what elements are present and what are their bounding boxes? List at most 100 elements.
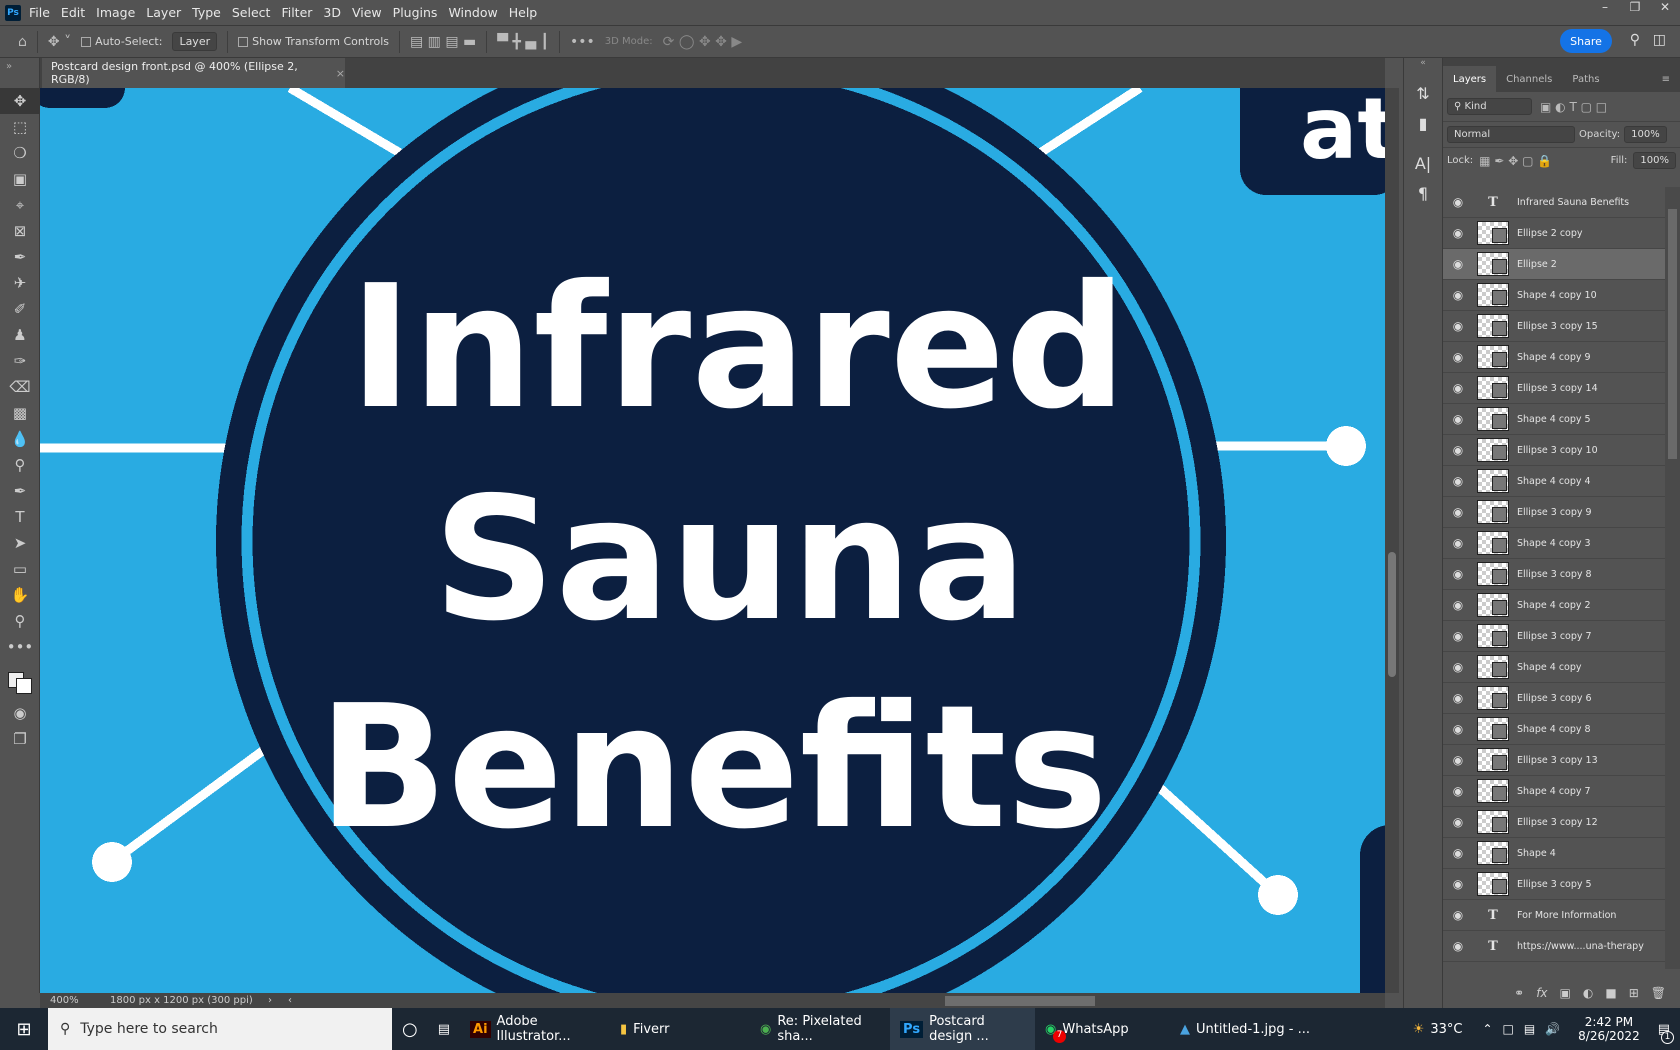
status-arrow-icon[interactable]: › bbox=[268, 995, 288, 1006]
tab-layers[interactable]: Layers bbox=[1443, 65, 1497, 93]
layer-row[interactable]: ◉ Shape 4 copy 10 bbox=[1443, 280, 1665, 311]
layer-row[interactable]: ◉ Ellipse 3 copy 7 bbox=[1443, 621, 1665, 652]
visibility-eye-icon[interactable]: ◉ bbox=[1443, 381, 1473, 395]
dodge-tool-icon[interactable]: ⚲ bbox=[0, 452, 40, 478]
comments-panel-icon[interactable]: ▮ bbox=[1404, 108, 1442, 138]
layer-name[interactable]: Ellipse 3 copy 6 bbox=[1517, 693, 1592, 704]
visibility-eye-icon[interactable]: ◉ bbox=[1443, 877, 1473, 891]
paragraph-panel-icon[interactable]: ¶ bbox=[1404, 178, 1442, 208]
layer-name[interactable]: Ellipse 3 copy 8 bbox=[1517, 569, 1592, 580]
layer-row[interactable]: ◉ Shape 4 copy 5 bbox=[1443, 404, 1665, 435]
move-tool-icon[interactable]: ✥ ˅ bbox=[48, 34, 71, 50]
distribute-icons[interactable]: ▀ ╋ ▄ ┃ bbox=[497, 34, 549, 50]
menu-type[interactable]: Type bbox=[192, 5, 221, 20]
brush-tool-icon[interactable]: ✐ bbox=[0, 296, 40, 322]
layer-name[interactable]: Ellipse 3 copy 14 bbox=[1517, 383, 1598, 394]
taskbar-app-whatsapp[interactable]: ◉ 7 WhatsApp bbox=[1035, 1008, 1170, 1050]
home-icon[interactable]: ⌂ bbox=[18, 34, 27, 50]
link-icon[interactable]: ⚭ bbox=[1514, 986, 1524, 1008]
layer-row[interactable]: ◉ Shape 4 copy 8 bbox=[1443, 714, 1665, 745]
share-button[interactable]: Share bbox=[1560, 29, 1612, 53]
panel-menu-icon[interactable]: ≡ bbox=[1652, 66, 1680, 93]
new-layer-icon[interactable]: ⊞ bbox=[1629, 986, 1639, 1008]
menu-view[interactable]: View bbox=[352, 5, 382, 20]
stamp-tool-icon[interactable]: ♟ bbox=[0, 322, 40, 348]
zoom-level[interactable]: 400% bbox=[40, 995, 98, 1006]
mask-icon[interactable]: ▣ bbox=[1560, 986, 1571, 1008]
visibility-eye-icon[interactable]: ◉ bbox=[1443, 536, 1473, 550]
document-canvas[interactable]: Infrared Sauna Benefits at bbox=[40, 88, 1385, 993]
weather-widget[interactable]: ☀ 33°C bbox=[1403, 1008, 1473, 1050]
visibility-eye-icon[interactable]: ◉ bbox=[1443, 660, 1473, 674]
menu-file[interactable]: File bbox=[29, 5, 50, 20]
menu-image[interactable]: Image bbox=[96, 5, 135, 20]
network-icon[interactable]: ▤ bbox=[1524, 1022, 1535, 1036]
layer-name[interactable]: Shape 4 copy 9 bbox=[1517, 352, 1591, 363]
menu-select[interactable]: Select bbox=[232, 5, 271, 20]
layer-row[interactable]: ◉ Ellipse 3 copy 14 bbox=[1443, 373, 1665, 404]
layer-row[interactable]: ◉ T Infrared Sauna Benefits bbox=[1443, 187, 1665, 218]
visibility-eye-icon[interactable]: ◉ bbox=[1443, 412, 1473, 426]
system-tray[interactable]: ⌃ □ ▤ 🔊 bbox=[1472, 1008, 1570, 1050]
eraser-tool-icon[interactable]: ⌫ bbox=[0, 374, 40, 400]
layer-name[interactable]: Shape 4 copy 7 bbox=[1517, 786, 1591, 797]
layer-name[interactable]: Shape 4 bbox=[1517, 848, 1556, 859]
visibility-eye-icon[interactable]: ◉ bbox=[1443, 691, 1473, 705]
visibility-eye-icon[interactable]: ◉ bbox=[1443, 350, 1473, 364]
layers-scrollbar[interactable] bbox=[1665, 187, 1680, 969]
document-tab[interactable]: Postcard design front.psd @ 400% (Ellips… bbox=[42, 58, 345, 88]
layer-name[interactable]: Shape 4 copy 2 bbox=[1517, 600, 1591, 611]
visibility-eye-icon[interactable]: ◉ bbox=[1443, 846, 1473, 860]
menu-filter[interactable]: Filter bbox=[281, 5, 312, 20]
close-tab-icon[interactable]: × bbox=[336, 67, 345, 80]
vertical-scrollbar[interactable] bbox=[1385, 88, 1399, 993]
layer-row[interactable]: ◉ Ellipse 3 copy 6 bbox=[1443, 683, 1665, 714]
visibility-eye-icon[interactable]: ◉ bbox=[1443, 257, 1473, 271]
layer-row[interactable]: ◉ Ellipse 2 copy bbox=[1443, 218, 1665, 249]
object-select-tool-icon[interactable]: ▣ bbox=[0, 166, 40, 192]
trash-icon[interactable]: 🗑 bbox=[1651, 986, 1666, 1008]
path-select-tool-icon[interactable]: ➤ bbox=[0, 530, 40, 556]
layer-name[interactable]: Shape 4 copy 8 bbox=[1517, 724, 1591, 735]
layer-name[interactable]: Shape 4 copy 5 bbox=[1517, 414, 1591, 425]
horizontal-scroll-thumb[interactable] bbox=[945, 996, 1095, 1006]
layer-name[interactable]: Ellipse 2 copy bbox=[1517, 228, 1583, 239]
opacity-field[interactable]: 100% bbox=[1624, 126, 1667, 143]
history-brush-icon[interactable]: ✑ bbox=[0, 348, 40, 374]
visibility-eye-icon[interactable]: ◉ bbox=[1443, 319, 1473, 333]
frame-tool-icon[interactable]: ⊠ bbox=[0, 218, 40, 244]
layer-row[interactable]: ◉ Ellipse 2 bbox=[1443, 249, 1665, 280]
lasso-tool-icon[interactable]: ❍ bbox=[0, 140, 40, 166]
menu-layer[interactable]: Layer bbox=[146, 5, 181, 20]
menu-edit[interactable]: Edit bbox=[61, 5, 85, 20]
visibility-eye-icon[interactable]: ◉ bbox=[1443, 722, 1473, 736]
hand-tool-icon[interactable]: ✋ bbox=[0, 582, 40, 608]
blend-mode-select[interactable]: Normal bbox=[1447, 126, 1575, 143]
visibility-eye-icon[interactable]: ◉ bbox=[1443, 815, 1473, 829]
layer-name[interactable]: Ellipse 2 bbox=[1517, 259, 1557, 270]
marquee-tool-icon[interactable]: ⬚ bbox=[0, 114, 40, 140]
zoom-tool-icon[interactable]: ⚲ bbox=[0, 608, 40, 634]
visibility-eye-icon[interactable]: ◉ bbox=[1443, 505, 1473, 519]
layer-row[interactable]: ◉ Shape 4 copy 7 bbox=[1443, 776, 1665, 807]
screen-mode-icon[interactable]: ❐ bbox=[0, 726, 40, 752]
taskbar-app-fiverr[interactable]: ▮ Fiverr bbox=[610, 1008, 750, 1050]
layer-row[interactable]: ◉ Ellipse 3 copy 12 bbox=[1443, 807, 1665, 838]
layer-name[interactable]: Ellipse 3 copy 13 bbox=[1517, 755, 1598, 766]
collapse-icon[interactable]: » bbox=[0, 58, 39, 88]
layer-row[interactable]: ◉ Shape 4 bbox=[1443, 838, 1665, 869]
crop-tool-icon[interactable]: ⌖ bbox=[0, 192, 40, 218]
task-view-icon[interactable]: ▤ bbox=[428, 1008, 460, 1050]
meet-icon[interactable]: □ bbox=[1503, 1022, 1514, 1036]
layer-row[interactable]: ◉ T For More Information bbox=[1443, 900, 1665, 931]
layer-row[interactable]: ◉ Shape 4 copy bbox=[1443, 652, 1665, 683]
layer-name[interactable]: Shape 4 copy 10 bbox=[1517, 290, 1597, 301]
close-icon[interactable]: ✕ bbox=[1650, 0, 1680, 22]
align-icons[interactable]: ▤ ▥ ▤ ▬ bbox=[410, 34, 476, 50]
more-tools-icon[interactable]: ••• bbox=[0, 634, 40, 660]
windows-start-icon[interactable]: ⊞ bbox=[0, 1019, 48, 1040]
layer-name[interactable]: Shape 4 copy 4 bbox=[1517, 476, 1591, 487]
layer-row[interactable]: ◉ Thttps://www....una-therapy bbox=[1443, 931, 1665, 962]
layer-row[interactable]: ◉ Shape 4 copy 3 bbox=[1443, 528, 1665, 559]
restore-icon[interactable]: ❐ bbox=[1620, 0, 1650, 22]
